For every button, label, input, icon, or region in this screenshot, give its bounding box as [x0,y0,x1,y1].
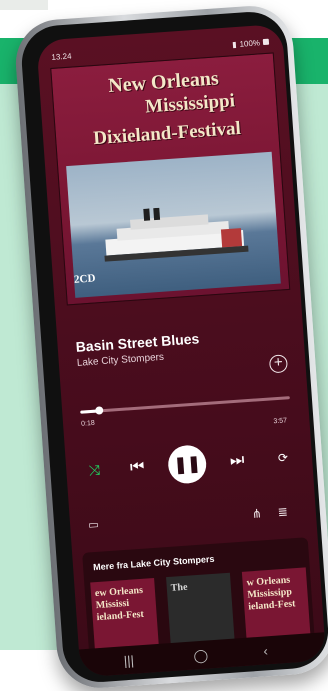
share-button[interactable]: ⋔ [251,506,262,521]
battery-icon [262,38,270,46]
queue-icon: ≣ [277,504,289,520]
pause-button[interactable]: ❚❚ [166,444,208,485]
queue-button[interactable]: ≣ [277,505,288,520]
album-thumbnail[interactable]: ew Orleans Mississi ieland-Fest [90,578,159,651]
repeat-icon: ⟳ [277,450,289,466]
previous-button[interactable]: ⏮ [126,456,149,479]
status-time: 13.24 [51,51,72,62]
next-button[interactable]: ⏭ [225,449,248,472]
signal-icon: ▮ [231,39,237,49]
previous-icon: ⏮ [129,458,146,477]
thumb-line3: ieland-Fest [247,598,296,613]
thumb-line1: The [170,581,188,594]
shuffle-button[interactable]: ⤨ [84,459,105,480]
progress-bar[interactable] [80,396,290,415]
phone-frame: 13.24 ▮ 100% New Orleans Mississippi Dix… [12,3,328,691]
time-total: 3:57 [273,417,288,426]
back-icon: ‹ [262,643,269,659]
thumb-line3: ieland-Fest [96,608,145,624]
recents-button[interactable]: ||| [123,653,134,669]
album-title-line3: Dixieland-Festival [92,117,242,150]
album-thumbnail[interactable]: The [166,572,235,646]
pause-icon: ❚❚ [173,455,202,475]
phone-screen: 13.24 ▮ 100% New Orleans Mississippi Dix… [36,23,327,678]
time-elapsed: 0:18 [80,419,95,428]
home-icon: ◯ [193,647,209,664]
recents-icon: ||| [123,652,135,669]
next-icon: ⏭ [229,451,245,470]
phone-bezel: 13.24 ▮ 100% New Orleans Mississippi Dix… [19,9,328,685]
shuffle-icon: ⤨ [88,461,101,478]
share-icon: ⋔ [251,506,263,522]
more-from-artist-title: Mere fra Lake City Stompers [92,553,215,573]
devices-button[interactable]: ▭ [88,518,99,532]
album-art: New Orleans Mississippi Dixieland-Festiv… [50,52,291,306]
album-thumbnail[interactable]: w Orleans Mississipp ieland-Fest [241,567,311,640]
cd-label: 2CD [73,272,96,286]
secondary-actions: ▭ ⋔ ≣ [82,501,305,536]
track-info: Basin Street Blues Lake City Stompers [75,326,257,369]
playback-controls: ⤨ ⏮ ❚❚ ⏭ ⟳ [75,437,303,493]
devices-icon: ▭ [87,518,100,532]
repeat-button[interactable]: ⟳ [273,448,292,467]
battery-label: 100% [239,37,261,49]
home-button[interactable]: ◯ [193,647,209,664]
top-strip [0,0,48,10]
status-icons: ▮ 100% [231,37,270,49]
progress-knob[interactable] [94,406,104,415]
add-to-library-button[interactable]: + [268,354,289,374]
back-button[interactable]: ‹ [263,643,268,658]
